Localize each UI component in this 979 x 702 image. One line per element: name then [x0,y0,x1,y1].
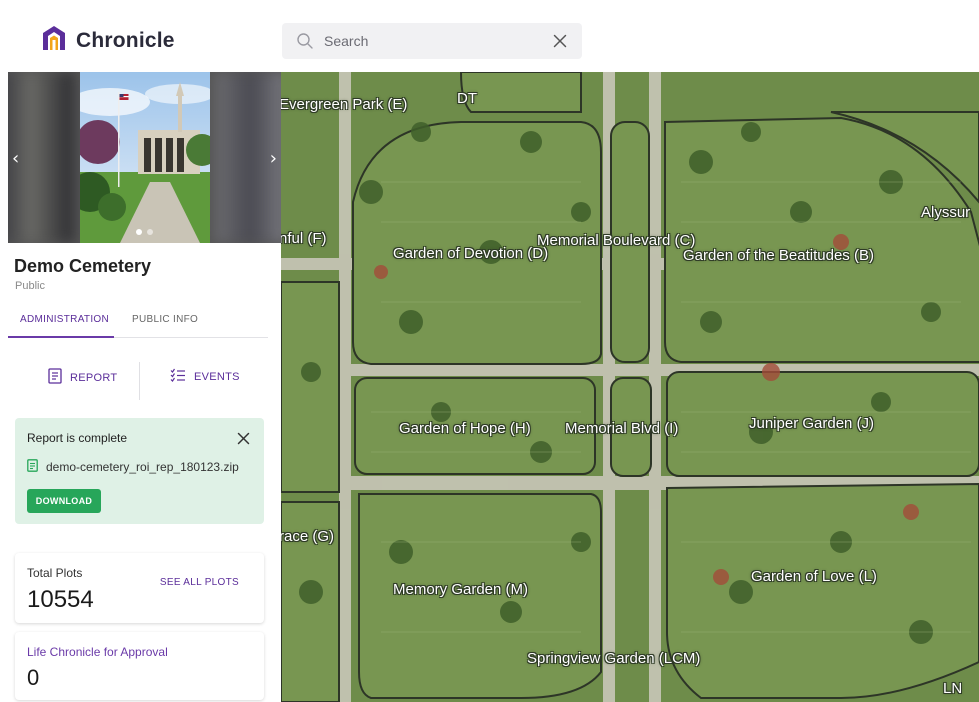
carousel-dots [136,229,153,235]
map-section-label[interactable]: Garden of Devotion (D) [393,245,548,262]
tab-administration[interactable]: ADMINISTRATION [20,314,109,325]
action-divider [139,362,140,400]
total-plots-label: Total Plots [27,566,83,580]
carousel-dot[interactable] [136,229,142,235]
download-button[interactable]: DOWNLOAD [27,489,101,513]
map-section-label[interactable]: Memory Garden (M) [393,581,528,598]
aerial-map [281,72,979,702]
carousel-prev-button[interactable]: ‹ [12,148,19,169]
photo-carousel[interactable]: ‹ › [8,72,281,243]
report-button[interactable]: REPORT [48,368,117,387]
search-icon [296,32,314,55]
map-section-label[interactable]: Alyssur [921,204,970,221]
report-file-name: demo-cemetery_roi_rep_180123.zip [46,460,239,474]
tab-bar: ADMINISTRATION PUBLIC INFO [8,306,268,338]
events-button-label: EVENTS [194,370,240,383]
site-title: Demo Cemetery [14,256,152,276]
total-plots-value: 10554 [27,586,94,613]
action-row: REPORT EVENTS [8,360,268,400]
approval-value: 0 [27,665,40,690]
map-section-label[interactable]: Garden of the Beatitudes (B) [683,247,874,264]
map-view[interactable]: Evergreen Park (E) DT nful (F) Garden of… [281,72,979,702]
carousel-active-photo [70,72,218,243]
map-section-label[interactable]: Evergreen Park (E) [281,96,407,113]
report-button-label: REPORT [70,371,118,384]
file-icon [27,459,38,475]
sidebar-panel: ‹ › Demo Cemetery Public ADMINISTRATION … [0,72,281,702]
map-section-label[interactable]: Memorial Boulevard (C) [537,232,695,249]
app-logo[interactable]: Chronicle [40,24,175,57]
map-section-label[interactable]: Juniper Garden (J) [749,415,874,432]
carousel-next-button[interactable]: › [270,148,277,169]
checklist-icon [170,368,186,385]
document-icon [48,368,62,387]
app-root: Chronicle Search ‹ › Demo Cemetery Publi… [0,0,979,702]
map-section-label[interactable]: Garden of Love (L) [751,568,877,585]
map-section-label[interactable]: Garden of Hope (H) [399,420,531,437]
map-section-label[interactable]: nful (F) [281,230,327,247]
events-button[interactable]: EVENTS [170,368,240,385]
map-section-label[interactable]: DT [457,90,477,107]
tab-public-info[interactable]: PUBLIC INFO [132,314,198,325]
report-complete-card: Report is complete demo-cemetery_roi_rep… [15,418,264,524]
search-bar[interactable] [282,23,582,59]
map-section-label[interactable]: LN [943,680,962,697]
approval-label: Life Chronicle for Approval [27,645,168,659]
close-icon[interactable] [552,33,568,49]
map-section-label[interactable]: race (G) [281,528,334,545]
see-all-plots-link[interactable]: SEE ALL PLOTS [160,577,239,588]
approval-card[interactable]: Life Chronicle for Approval 0 [15,632,264,700]
chronicle-logo-icon [40,24,68,57]
total-plots-card: Total Plots 10554 SEE ALL PLOTS [15,553,264,623]
site-visibility: Public [15,280,45,292]
active-tab-indicator [8,336,114,338]
carousel-dot[interactable] [147,229,153,235]
report-file-link[interactable]: demo-cemetery_roi_rep_180123.zip [27,459,239,475]
map-section-label[interactable]: Springview Garden (LCM) [527,650,700,667]
close-icon[interactable] [237,432,250,445]
map-section-label[interactable]: Memorial Blvd (I) [565,420,678,437]
report-card-title: Report is complete [27,431,128,445]
app-name: Chronicle [76,28,175,52]
search-input[interactable] [324,31,524,51]
top-bar: Chronicle [0,0,979,72]
